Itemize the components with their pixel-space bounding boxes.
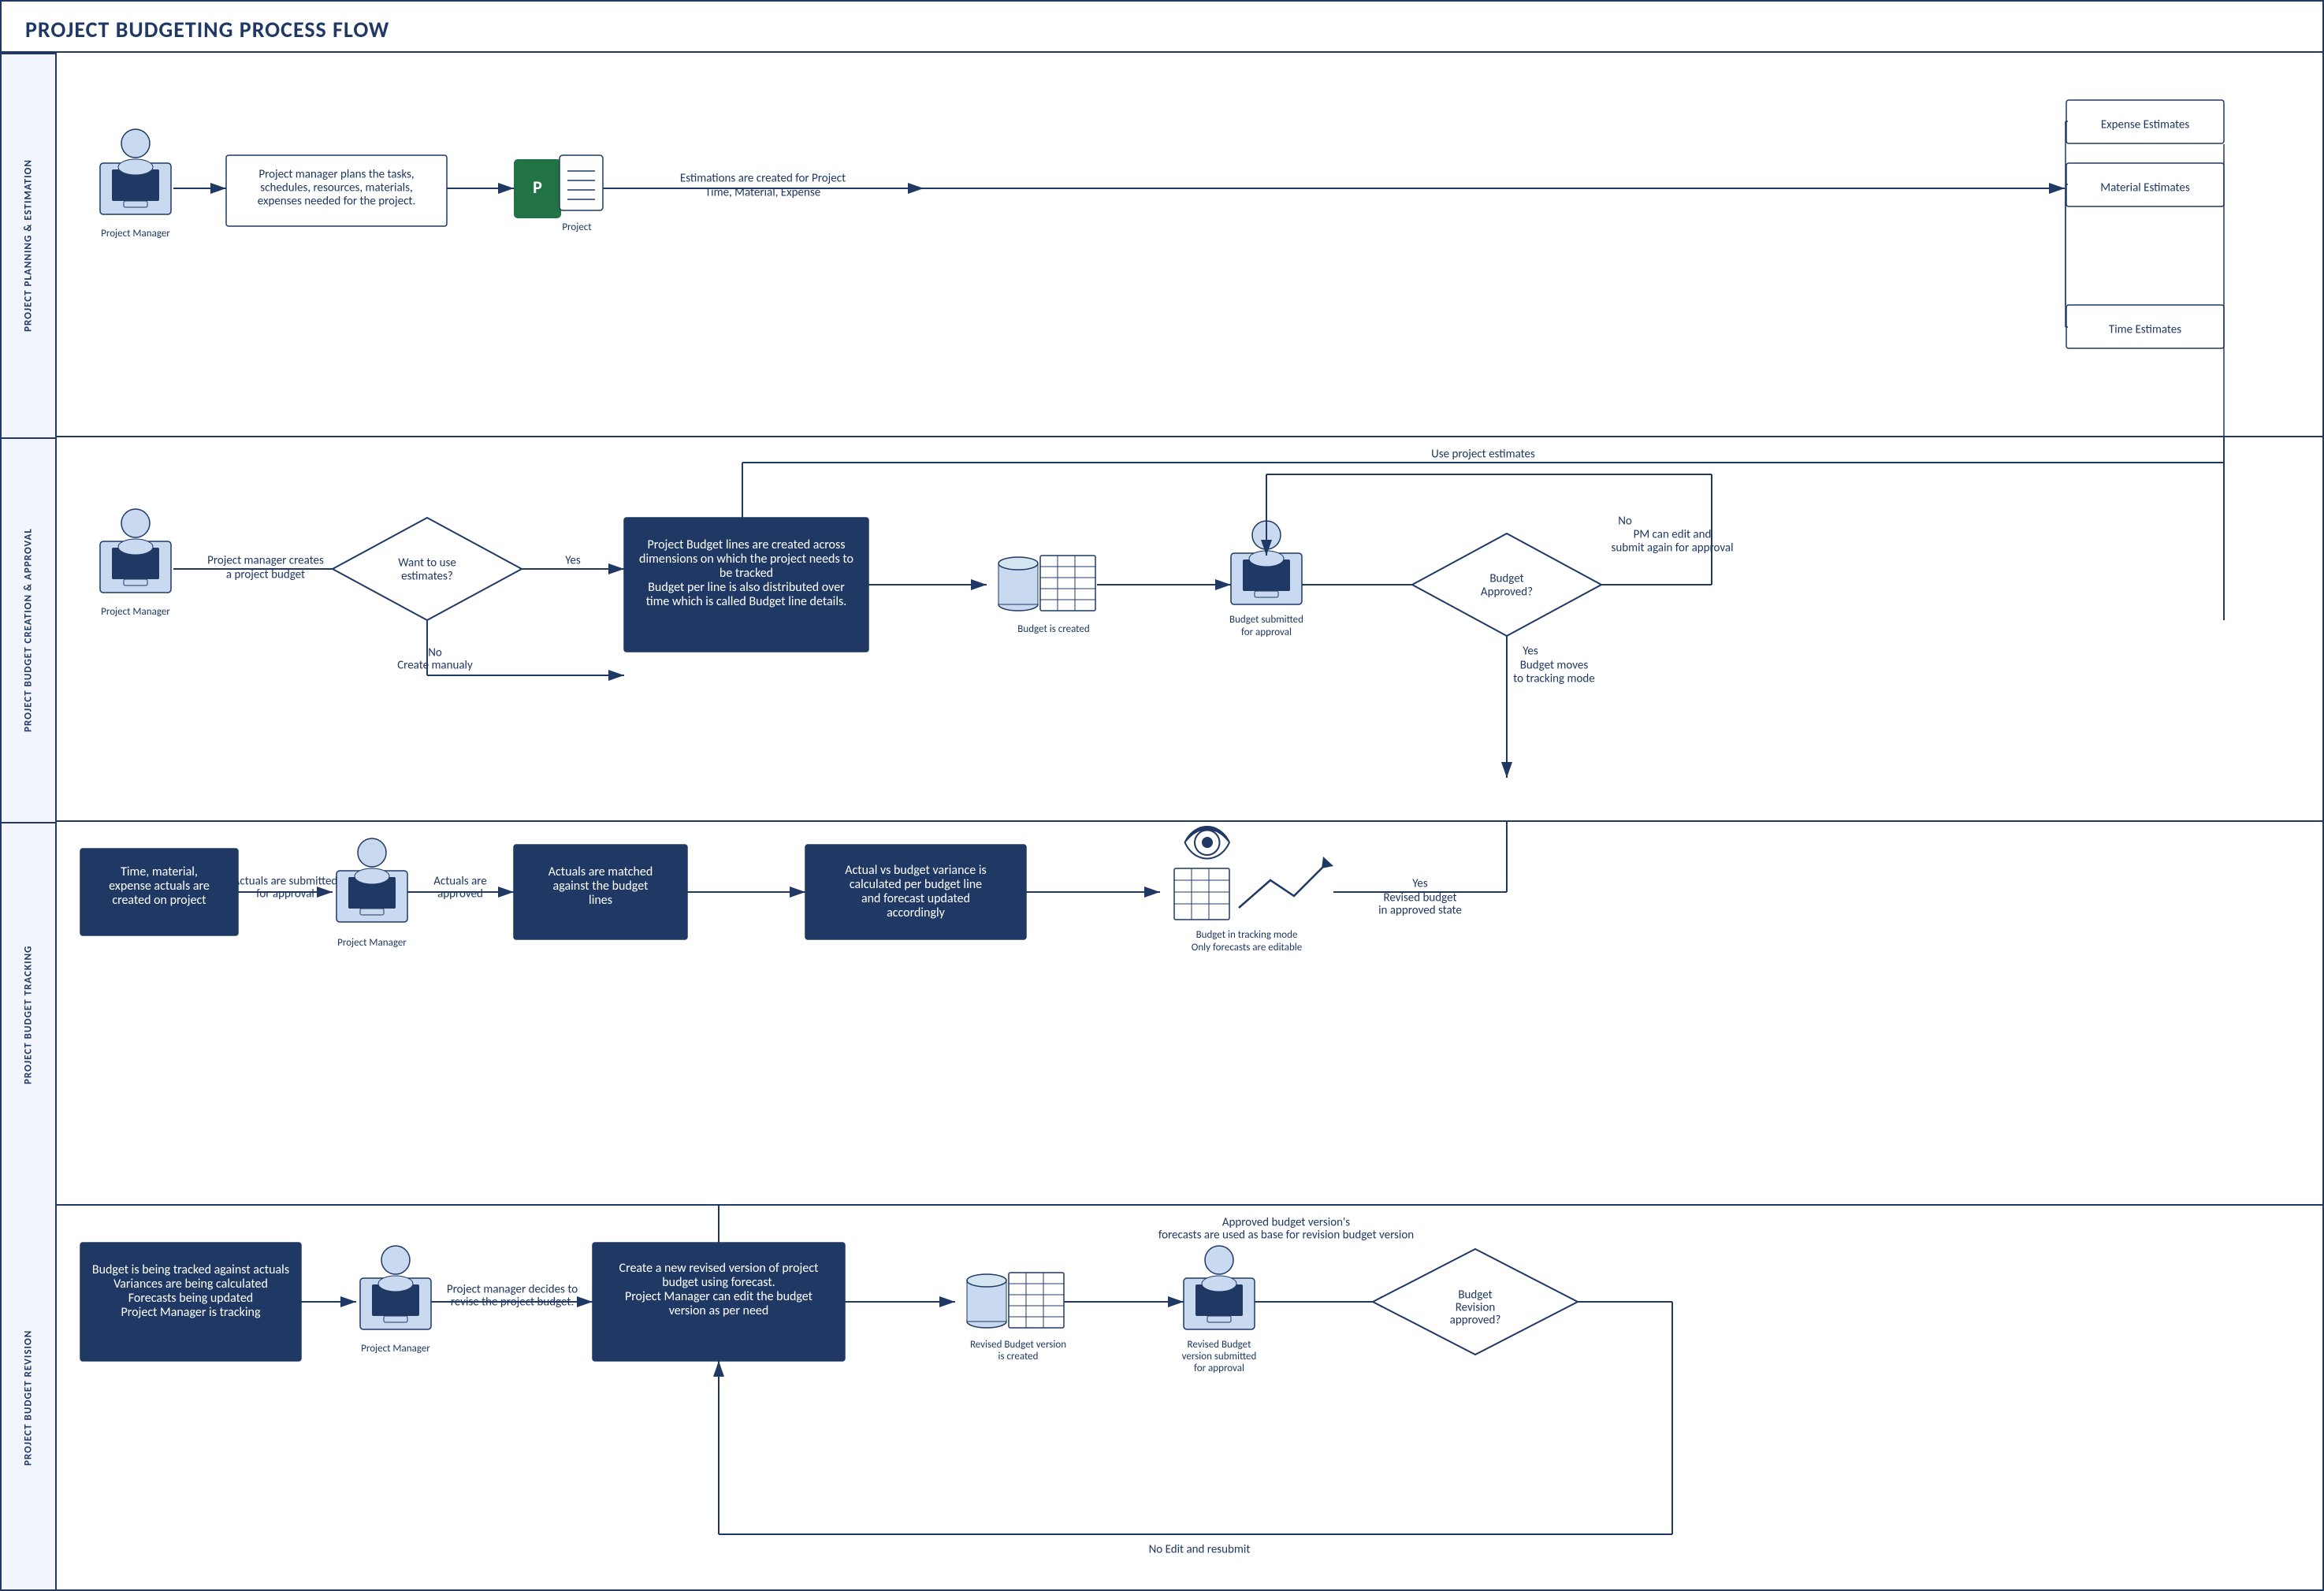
svg-text:Budget moves: Budget moves [1520, 659, 1589, 673]
svg-text:forecasts are used as base for: forecasts are used as base for revision … [1158, 1229, 1414, 1243]
swimlane-label-4: PROJECT BUDGET REVISION [2, 1206, 55, 1589]
svg-text:👁: 👁 [1181, 817, 1233, 868]
svg-text:Want to use: Want to use [398, 556, 456, 571]
svg-text:No: No [1618, 515, 1632, 529]
svg-text:Project: Project [562, 221, 592, 233]
svg-text:Project Manager can edit the b: Project Manager can edit the budget [625, 1289, 813, 1304]
svg-text:Project manager creates: Project manager creates [207, 554, 324, 568]
svg-text:expense actuals are: expense actuals are [109, 879, 210, 894]
svg-text:P: P [533, 177, 542, 198]
svg-text:calculated per budget line: calculated per budget line [850, 877, 982, 892]
svg-text:Only forecasts are editable: Only forecasts are editable [1192, 942, 1303, 953]
svg-text:to tracking mode: to tracking mode [1513, 672, 1594, 686]
revised-submitted-icon: Revised Budget version submitted for app… [1182, 1246, 1257, 1374]
svg-text:lines: lines [589, 893, 612, 908]
svg-text:version submitted: version submitted [1182, 1351, 1257, 1362]
project-icon: P Project [514, 155, 603, 233]
svg-text:Budget is created: Budget is created [1017, 623, 1089, 635]
svg-text:Budget: Budget [1489, 572, 1523, 586]
svg-text:PM can edit and: PM can edit and [1634, 528, 1712, 542]
svg-text:version as per need: version as per need [669, 1303, 769, 1318]
svg-text:is created: is created [998, 1351, 1039, 1362]
svg-text:No Edit and resubmit: No Edit and resubmit [1149, 1543, 1251, 1557]
svg-text:Time, Material, Expense: Time, Material, Expense [705, 186, 820, 200]
svg-text:estimates?: estimates? [401, 570, 453, 584]
svg-text:in approved state: in approved state [1378, 904, 1462, 918]
svg-text:approved?: approved? [1450, 1314, 1501, 1328]
svg-text:Actuals are matched: Actuals are matched [548, 864, 653, 879]
svg-text:Project manager plans the task: Project manager plans the tasks, [258, 168, 414, 182]
budget-created-icon: Budget is created [998, 556, 1095, 635]
svg-text:budget using forecast.: budget using forecast. [662, 1275, 775, 1290]
svg-text:Project Budget lines are creat: Project Budget lines are created across [648, 537, 846, 552]
svg-text:and forecast updated: and forecast updated [861, 891, 970, 906]
svg-text:dimensions on which the projec: dimensions on which the project needs to [639, 552, 853, 567]
svg-text:Budget per line is also distri: Budget per line is also distributed over [648, 580, 845, 595]
svg-text:Yes: Yes [1412, 877, 1428, 891]
swimlane-label-2: PROJECT BUDGET CREATION & APPROVAL [2, 437, 55, 822]
tracking-mode-icon: 👁 Budget in tracking mode Only forecasts… [1174, 817, 1333, 953]
svg-text:expenses needed for the projec: expenses needed for the project. [258, 195, 416, 209]
diagram-container: PROJECT BUDGETING PROCESS FLOW PROJECT P… [0, 0, 2324, 1591]
svg-text:Time Estimates: Time Estimates [2109, 323, 2181, 337]
swimlane-label-1: PROJECT PLANNING & ESTIMATION [2, 53, 55, 437]
svg-text:for approval: for approval [1241, 626, 1292, 638]
svg-text:approved: approved [437, 887, 483, 901]
svg-text:Create a new revised version o: Create a new revised version of project [619, 1261, 820, 1276]
swimlane-label-3: PROJECT BUDGET TRACKING [2, 822, 55, 1206]
svg-text:Budget in tracking mode: Budget in tracking mode [1196, 929, 1298, 941]
svg-text:accordingly: accordingly [887, 905, 946, 920]
svg-text:schedules, resources, material: schedules, resources, materials, [260, 181, 412, 195]
svg-text:Expense Estimates: Expense Estimates [2101, 118, 2190, 132]
svg-text:Project Manager: Project Manager [361, 1343, 430, 1355]
svg-text:Actual vs budget variance is: Actual vs budget variance is [845, 863, 987, 878]
svg-text:Material Estimates: Material Estimates [2100, 181, 2190, 195]
svg-text:Approved?: Approved? [1481, 585, 1533, 600]
svg-text:Variances are being calculated: Variances are being calculated [113, 1277, 268, 1292]
svg-text:Forecasts being updated: Forecasts being updated [128, 1291, 253, 1306]
svg-text:submit again for approval: submit again for approval [1611, 541, 1733, 556]
svg-text:created on project: created on project [112, 893, 206, 908]
flow-area: Project Manager Project manager plans th… [57, 53, 2324, 1589]
svg-text:Yes: Yes [1523, 645, 1538, 659]
svg-text:Project Manager: Project Manager [101, 606, 170, 618]
pm-figure-row4: Project Manager [360, 1246, 431, 1355]
flow-svg: Project Manager Project manager plans th… [57, 53, 2324, 1589]
pm-figure-row2: Project Manager [100, 509, 171, 618]
svg-text:be tracked: be tracked [720, 566, 773, 581]
svg-text:against the budget: against the budget [553, 879, 649, 894]
content-area: PROJECT PLANNING & ESTIMATION PROJECT BU… [2, 53, 2322, 1589]
svg-text:Revised Budget version: Revised Budget version [970, 1339, 1066, 1351]
svg-text:Create manualy: Create manualy [397, 659, 473, 673]
pm-figure-row3: Project Manager [337, 838, 407, 949]
svg-text:Use project estimates: Use project estimates [1431, 448, 1535, 462]
svg-text:Budget submitted: Budget submitted [1229, 614, 1303, 626]
main-title: PROJECT BUDGETING PROCESS FLOW [2, 2, 2322, 53]
svg-text:time which is called Budget li: time which is called Budget line details… [646, 594, 847, 609]
svg-text:Yes: Yes [565, 554, 581, 568]
svg-text:Time, material,: Time, material, [121, 864, 198, 879]
svg-text:Estimations are created for Pr: Estimations are created for Project [680, 172, 846, 186]
pm-label-row1: Project Manager [101, 228, 170, 240]
svg-text:a project budget: a project budget [226, 568, 305, 582]
svg-text:for approval: for approval [256, 887, 314, 901]
svg-text:Project Manager is tracking: Project Manager is tracking [121, 1305, 261, 1320]
svg-text:revise the project budget.: revise the project budget. [451, 1295, 574, 1310]
svg-text:for approval: for approval [1194, 1362, 1244, 1374]
svg-text:Revised Budget: Revised Budget [1188, 1339, 1252, 1351]
revised-budget-created-icon: Revised Budget version is created [967, 1273, 1066, 1362]
svg-text:Project Manager: Project Manager [337, 937, 407, 949]
svg-text:Budget is being tracked agains: Budget is being tracked against actuals [92, 1262, 289, 1277]
swimlanes: PROJECT PLANNING & ESTIMATION PROJECT BU… [2, 53, 57, 1589]
pm-figure-row1: Project Manager [100, 129, 171, 240]
